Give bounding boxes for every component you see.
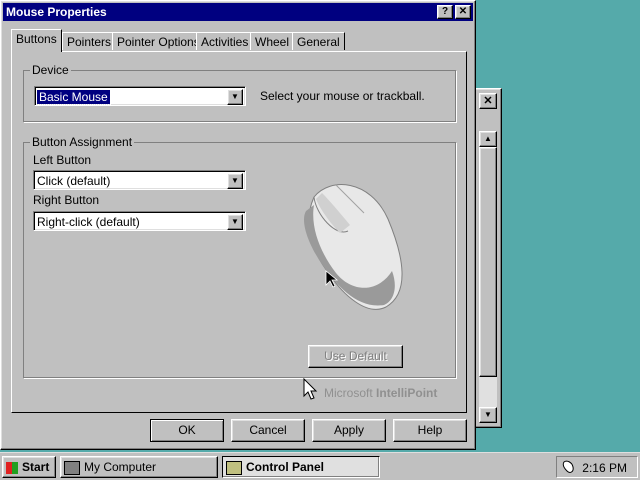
- taskbar-item-my-computer[interactable]: My Computer: [60, 456, 218, 478]
- ok-button[interactable]: OK: [150, 419, 224, 442]
- scroll-thumb[interactable]: [479, 147, 497, 377]
- mouse-tray-icon[interactable]: [561, 459, 577, 475]
- window-title: Mouse Properties: [6, 5, 107, 19]
- pointer-cursor-icon: [303, 378, 318, 400]
- branding-prefix: Microsoft: [324, 386, 373, 400]
- branding-text: Microsoft IntelliPoint: [324, 386, 437, 400]
- use-default-button[interactable]: Use Default: [308, 345, 403, 368]
- start-button[interactable]: Start: [2, 456, 56, 478]
- close-icon: ✕: [483, 95, 493, 107]
- dropdown-arrow-button[interactable]: ▼: [227, 173, 243, 189]
- windows-logo-icon: [6, 461, 18, 474]
- device-selected-value: Basic Mouse: [36, 89, 111, 105]
- left-button-value: Click (default): [37, 174, 111, 188]
- tab-wheel[interactable]: Wheel: [250, 32, 295, 50]
- taskbar-item-label: Control Panel: [246, 460, 325, 474]
- left-button-select[interactable]: Click (default) ▼: [33, 170, 246, 190]
- tab-panel: Device Basic Mouse ▼ Select your mouse o…: [11, 51, 467, 413]
- help-title-button[interactable]: ?: [437, 5, 453, 19]
- question-icon: ?: [441, 6, 449, 17]
- taskbar: Start My Computer Control Panel 2:16 PM: [0, 452, 640, 480]
- tab-pointers[interactable]: Pointers: [62, 32, 117, 50]
- device-hint: Select your mouse or trackball.: [260, 89, 425, 103]
- computer-icon: [64, 460, 80, 475]
- scroll-up-button[interactable]: ▲: [479, 131, 497, 147]
- system-tray: 2:16 PM: [556, 456, 638, 478]
- mouse-properties-dialog: Mouse Properties ? ✕ Buttons Pointers Po…: [0, 0, 476, 450]
- close-button[interactable]: ✕: [455, 5, 471, 19]
- tab-activities[interactable]: Activities: [196, 32, 254, 50]
- clock[interactable]: 2:16 PM: [582, 461, 627, 475]
- scroll-down-button[interactable]: ▼: [479, 407, 497, 423]
- right-button-select[interactable]: Right-click (default) ▼: [33, 211, 246, 231]
- mouse-illustration-icon: [304, 184, 403, 310]
- chevron-down-icon: ▼: [231, 176, 239, 185]
- tab-buttons[interactable]: Buttons: [11, 29, 62, 52]
- dropdown-arrow-button[interactable]: ▼: [227, 214, 243, 230]
- device-legend: Device: [30, 63, 71, 77]
- device-group: Device Basic Mouse ▼ Select your mouse o…: [23, 63, 456, 122]
- start-label: Start: [22, 460, 50, 474]
- dropdown-arrow-button[interactable]: ▼: [227, 89, 243, 105]
- arrow-down-icon: ▼: [484, 410, 492, 419]
- button-assignment-legend: Button Assignment: [30, 135, 135, 149]
- control-panel-icon: [226, 460, 242, 475]
- left-button-label: Left Button: [33, 153, 92, 167]
- tab-general[interactable]: General: [292, 32, 345, 50]
- tab-pointer-options[interactable]: Pointer Options: [112, 32, 205, 50]
- background-window-scrollbar[interactable]: ▲ ▼: [479, 131, 497, 423]
- help-button[interactable]: Help: [393, 419, 467, 442]
- tab-strip: Buttons Pointers Pointer Options Activit…: [11, 29, 471, 52]
- cancel-button[interactable]: Cancel: [231, 419, 305, 442]
- right-button-label: Right Button: [33, 193, 100, 207]
- button-assignment-group: Button Assignment Left Button Click (def…: [23, 135, 456, 378]
- apply-button[interactable]: Apply: [312, 419, 386, 442]
- branding-product: IntelliPoint: [376, 386, 438, 400]
- taskbar-item-control-panel[interactable]: Control Panel: [222, 456, 380, 478]
- close-icon: ✕: [458, 6, 468, 17]
- right-button-value: Right-click (default): [37, 215, 140, 229]
- arrow-up-icon: ▲: [484, 134, 492, 143]
- taskbar-item-label: My Computer: [84, 460, 157, 474]
- chevron-down-icon: ▼: [231, 92, 239, 101]
- background-window-close-button[interactable]: ✕: [479, 93, 497, 109]
- chevron-down-icon: ▼: [231, 217, 239, 226]
- device-select[interactable]: Basic Mouse ▼: [34, 86, 246, 106]
- title-bar[interactable]: Mouse Properties ? ✕: [3, 3, 473, 21]
